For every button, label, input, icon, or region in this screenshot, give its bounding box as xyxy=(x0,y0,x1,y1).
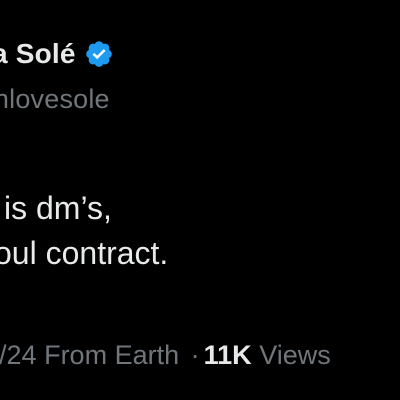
tweet-meta: 3/24 From Earth ·11K Views xyxy=(0,340,331,371)
tweet-source: From Earth xyxy=(44,340,180,370)
tweet-date[interactable]: 3/24 xyxy=(0,340,37,370)
verified-badge-icon[interactable] xyxy=(84,39,114,69)
author-handle[interactable]: ithlovesole xyxy=(0,84,110,115)
author-display-name[interactable]: a Solé xyxy=(0,38,76,70)
tweet-text-line: is dm’s, xyxy=(4,190,112,226)
views-count[interactable]: 11K xyxy=(204,340,252,370)
meta-separator: · xyxy=(190,340,200,370)
author-row: a Solé xyxy=(0,38,114,70)
tweet-text-line: oul contract. xyxy=(0,235,169,271)
views-label: Views xyxy=(259,340,331,370)
tweet-text: is dm’s, oul contract. xyxy=(0,186,168,276)
tweet-card: a Solé ithlovesole is dm’s, oul contract… xyxy=(0,0,400,400)
